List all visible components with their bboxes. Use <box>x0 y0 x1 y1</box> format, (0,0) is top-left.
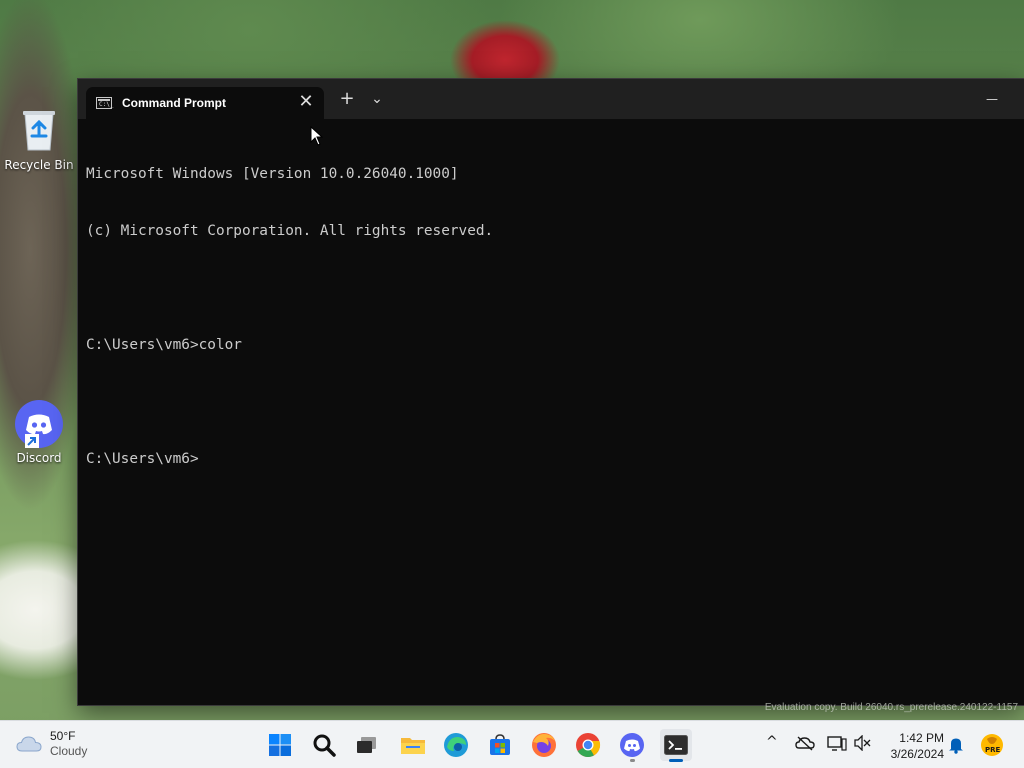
close-tab-icon[interactable]: ✕ <box>294 91 318 115</box>
windows-icon <box>269 734 291 756</box>
desktop-icon-discord[interactable]: Discord <box>4 400 74 465</box>
taskbar-app-discord[interactable] <box>616 729 648 762</box>
discord-label: Discord <box>16 451 62 465</box>
volume-muted-icon[interactable] <box>853 735 871 751</box>
title-bar[interactable]: C:\_ Command Prompt ✕ + ⌄ — <box>78 79 1024 119</box>
search-icon <box>313 734 336 757</box>
taskbar: 50°F Cloudy ^ 1:42 PM 3/26/2024 PRE <box>0 720 1024 768</box>
console-output[interactable]: Microsoft Windows [Version 10.0.26040.10… <box>86 127 1016 705</box>
mouse-cursor-icon <box>310 126 324 146</box>
task-view-icon <box>357 737 376 753</box>
tab-command-prompt[interactable]: C:\_ Command Prompt ✕ <box>86 87 324 119</box>
console-prompt-line: C:\Users\vm6> <box>86 451 199 467</box>
taskbar-app-chrome[interactable] <box>572 729 604 761</box>
insider-badge-text: PRE <box>985 746 1001 754</box>
firefox-icon <box>532 733 556 757</box>
recycle-bin-label: Recycle Bin <box>4 158 74 172</box>
taskbar-app-firefox[interactable] <box>528 729 560 761</box>
folder-icon <box>401 738 425 754</box>
edge-icon <box>444 733 468 757</box>
console-line: C:\Users\vm6>color <box>86 337 242 353</box>
notification-bell-icon[interactable] <box>948 736 964 754</box>
taskbar-app-terminal[interactable] <box>660 729 692 762</box>
weather-temperature: 50°F <box>50 729 76 743</box>
new-tab-button[interactable]: + <box>336 89 358 111</box>
system-clock[interactable]: 1:42 PM 3/26/2024 <box>884 730 944 762</box>
taskbar-app-file-explorer[interactable] <box>397 729 429 761</box>
clock-time: 1:42 PM <box>899 731 944 745</box>
active-app-indicator <box>669 759 683 762</box>
insider-pre-badge[interactable]: PRE <box>980 733 1004 757</box>
clock-date: 3/26/2024 <box>890 747 944 761</box>
minimize-button[interactable]: — <box>974 89 1010 111</box>
discord-icon <box>620 733 644 757</box>
show-hidden-icons-chevron-icon[interactable]: ^ <box>766 734 778 750</box>
store-icon <box>490 734 510 755</box>
terminal-window[interactable]: C:\_ Command Prompt ✕ + ⌄ — Microsoft Wi… <box>78 79 1024 705</box>
tab-dropdown-chevron-icon[interactable]: ⌄ <box>366 89 388 111</box>
tab-title: Command Prompt <box>122 96 227 110</box>
cmd-icon: C:\_ <box>96 97 113 109</box>
desktop-icon-recycle-bin[interactable]: Recycle Bin <box>4 106 74 172</box>
weather-widget[interactable]: 50°F Cloudy <box>16 729 87 759</box>
search-button[interactable] <box>308 729 340 761</box>
console-line: Microsoft Windows [Version 10.0.26040.10… <box>86 166 459 182</box>
taskbar-app-edge[interactable] <box>440 729 472 761</box>
console-line: (c) Microsoft Corporation. All rights re… <box>86 223 494 239</box>
running-indicator <box>630 759 635 762</box>
recycle-bin-icon <box>4 106 74 155</box>
evaluation-watermark: Evaluation copy. Build 26040.rs_prerelea… <box>764 702 1018 713</box>
shortcut-arrow-icon <box>25 434 39 448</box>
chrome-icon <box>576 733 601 758</box>
weather-condition: Cloudy <box>50 744 88 758</box>
network-icon[interactable] <box>827 735 847 753</box>
cloud-icon <box>16 736 42 752</box>
onedrive-offline-icon[interactable] <box>795 735 815 751</box>
discord-icon <box>15 400 63 448</box>
start-button[interactable] <box>264 729 296 761</box>
taskbar-app-store[interactable] <box>484 729 516 761</box>
terminal-icon <box>664 735 688 755</box>
task-view-button[interactable] <box>351 729 383 761</box>
